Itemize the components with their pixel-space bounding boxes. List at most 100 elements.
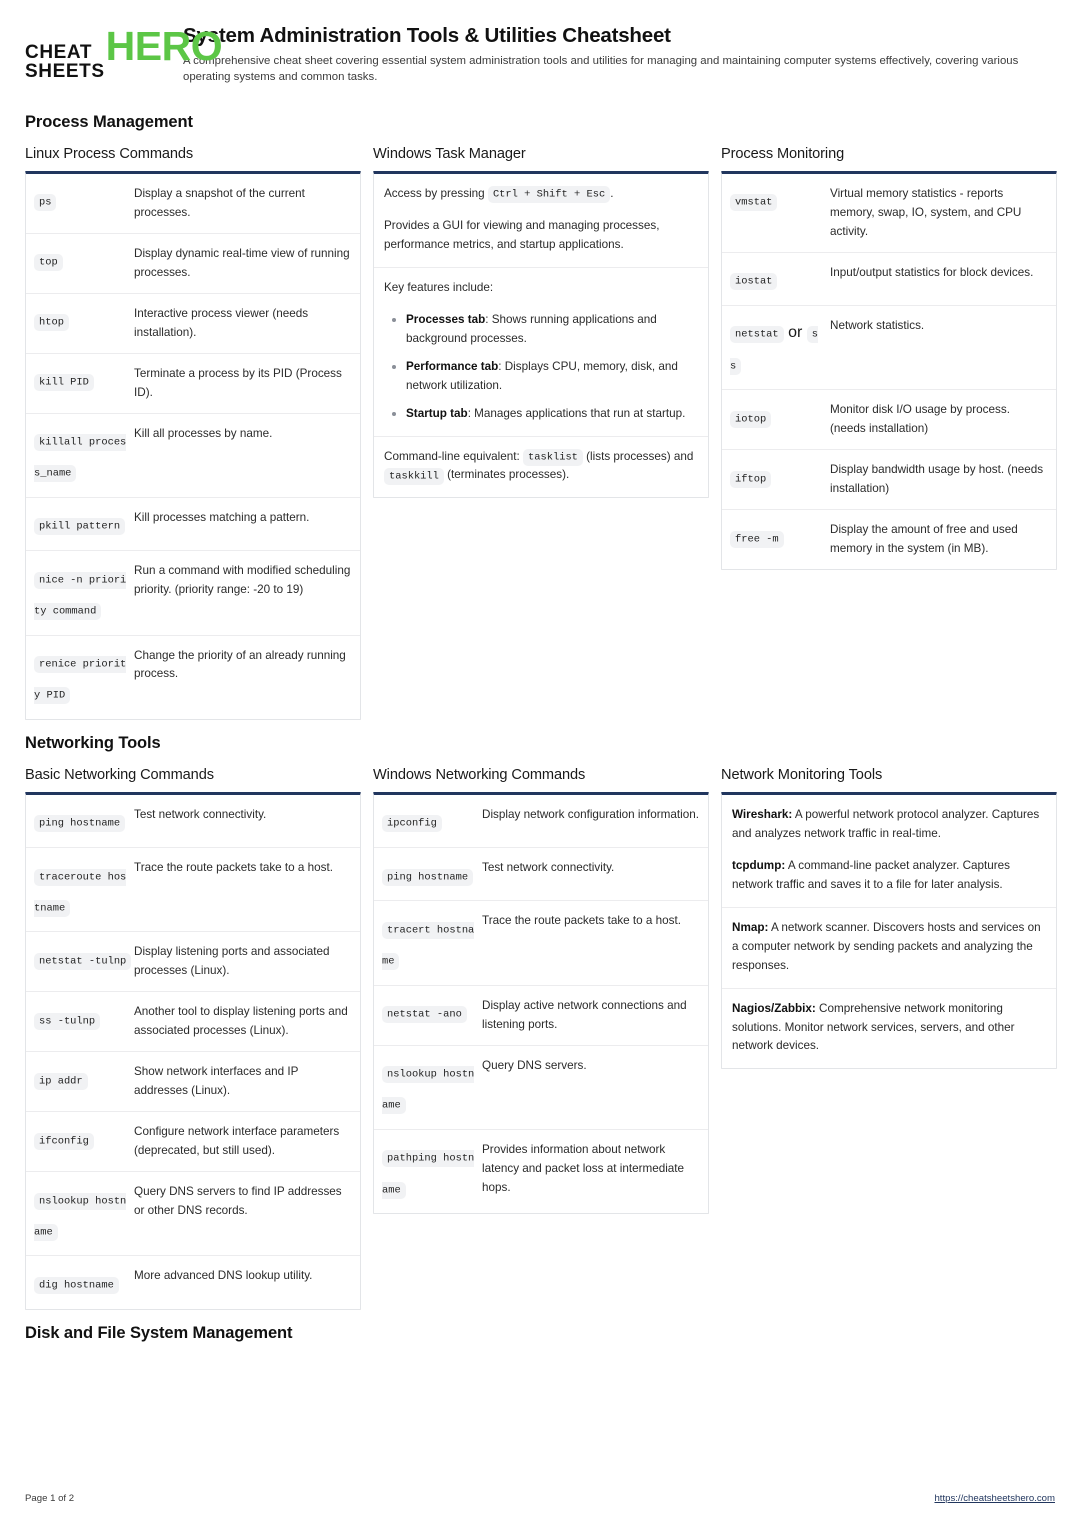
card-title-windows-networking-commands: Windows Networking Commands [373, 766, 586, 783]
table-row: netstat or ss Network statistics. [722, 306, 1056, 391]
row-code-cell: iftop [730, 460, 828, 492]
table-row: netstat -tulnp Display listening ports a… [26, 932, 360, 993]
card-title-linux-process-commands: Linux Process Commands [25, 145, 194, 162]
row-description: Trace the route packets take to a host. [134, 861, 334, 875]
code-chip: traceroute hostname [34, 868, 127, 917]
code-joiner: or [788, 323, 803, 341]
tool-paragraph-wireshark: Wireshark: A powerful network protocol a… [732, 806, 1046, 844]
code-chip-tasklist: tasklist [523, 449, 583, 467]
page-footer: Page 1 of 2 https://cheatsheetshero.com [25, 1493, 1055, 1504]
prose-block-cli-equivalent: Command-line equivalent: tasklist (lists… [374, 437, 708, 498]
tool-paragraph-nmap: Nmap: A network scanner. Discovers hosts… [732, 919, 1046, 976]
row-code-cell: top [34, 244, 132, 276]
code-chip: netstat -tulnp [34, 952, 132, 970]
row-code-cell: killall process_name [34, 424, 132, 487]
table-row: traceroute hostname Trace the route pack… [26, 848, 360, 933]
row-description: Input/output statistics for block device… [830, 265, 1034, 279]
table-row: ps Display a snapshot of the current pro… [26, 174, 360, 234]
row-description: Query DNS servers to find IP addresses o… [134, 1185, 342, 1218]
feature-label: Startup tab [406, 406, 468, 420]
code-chip: top [34, 254, 63, 272]
cheatsheetshero-logo: CHEAT SHEETS HERO [25, 22, 223, 82]
row-code-cell: traceroute hostname [34, 858, 132, 921]
row-code-cell: ping hostname [34, 805, 132, 837]
row-description: Display network configuration informatio… [482, 807, 699, 821]
row-description: Network statistics. [830, 318, 925, 332]
feature-label: Processes tab [406, 312, 486, 326]
table-row: ipconfig Display network configuration i… [374, 795, 708, 849]
logo-line-sheets: SHEETS [25, 61, 105, 83]
card-windows-task-manager: Access by pressing Ctrl + Shift + Esc. P… [373, 170, 709, 499]
row-description: Display listening ports and associated p… [134, 945, 330, 978]
row-code-cell: ps [34, 184, 132, 216]
code-chip: ps [34, 194, 57, 212]
site-url-link[interactable]: https://cheatsheetshero.com [934, 1493, 1055, 1504]
cli-suffix: (terminates processes). [443, 468, 570, 482]
cheatsheet-page: CHEAT SHEETS HERO System Administration … [0, 0, 1080, 1526]
code-chip: nslookup hostname [34, 1192, 127, 1241]
table-row: top Display dynamic real-time view of ru… [26, 234, 360, 294]
row-description: Display bandwidth usage by host. (needs … [830, 463, 1044, 496]
tool-paragraph-nagios-zabbix: Nagios/Zabbix: Comprehensive network mon… [732, 1000, 1046, 1057]
table-row: pathping hostname Provides information a… [374, 1130, 708, 1213]
code-chip: kill PID [34, 374, 94, 392]
table-row: ifconfig Configure network interface par… [26, 1112, 360, 1173]
table-row: pkill pattern Kill processes matching a … [26, 498, 360, 552]
table-row: iftop Display bandwidth usage by host. (… [722, 450, 1056, 511]
card-title-network-monitoring-tools: Network Monitoring Tools [721, 766, 883, 783]
list-item: Startup tab: Manages applications that r… [392, 405, 698, 424]
table-row: nslookup hostname Query DNS servers. [374, 1046, 708, 1130]
code-chip: vmstat [730, 194, 778, 212]
prose-block-nagios-zabbix: Nagios/Zabbix: Comprehensive network mon… [722, 989, 1056, 1069]
table-row: ip addr Show network interfaces and IP a… [26, 1052, 360, 1113]
row-code-cell: renice priority PID [34, 646, 132, 709]
row-description: Show network interfaces and IP addresses… [134, 1065, 299, 1098]
column-windows-task-manager: Windows Task Manager Access by pressing … [373, 145, 709, 499]
prose-block-access: Access by pressing Ctrl + Shift + Esc. P… [374, 174, 708, 268]
row-description: Monitor disk I/O usage by process. (need… [830, 403, 1010, 436]
logo-wordmark-left: CHEAT SHEETS [25, 43, 105, 82]
table-row: iotop Monitor disk I/O usage by process.… [722, 390, 1056, 451]
code-chip: killall process_name [34, 434, 127, 483]
row-description: Test network connectivity. [134, 807, 267, 821]
section-columns-process-management: Linux Process Commands ps Display a snap… [25, 145, 1057, 720]
card-title-windows-task-manager: Windows Task Manager [373, 145, 526, 162]
code-chip: iostat [730, 273, 778, 291]
row-code-cell: nslookup hostname [382, 1056, 480, 1119]
row-code-cell: netstat or ss [730, 316, 828, 379]
tool-label: tcpdump: [732, 858, 786, 872]
section-title-disk-file-system-management: Disk and File System Management [25, 1323, 293, 1342]
row-description: Kill processes matching a pattern. [134, 510, 310, 524]
feature-text: : Manages applications that run at start… [467, 406, 686, 420]
code-chip: pathping hostname [382, 1150, 475, 1199]
row-code-cell: pathping hostname [382, 1140, 480, 1203]
row-description: Configure network interface parameters (… [134, 1125, 340, 1158]
logo-line-cheat: CHEAT [25, 42, 93, 63]
column-process-monitoring: Process Monitoring vmstat Virtual memory… [721, 145, 1057, 571]
code-chip: nslookup hostname [382, 1066, 475, 1115]
row-code-cell: free -m [730, 520, 828, 552]
row-description: Interactive process viewer (needs instal… [134, 306, 309, 339]
table-row: ss -tulnp Another tool to display listen… [26, 992, 360, 1053]
code-chip: free -m [730, 530, 784, 548]
prose-block-capture-tools: Wireshark: A powerful network protocol a… [722, 795, 1056, 908]
table-row: dig hostname More advanced DNS lookup ut… [26, 1256, 360, 1308]
card-network-monitoring-tools: Wireshark: A powerful network protocol a… [721, 791, 1057, 1070]
prose-block-key-features: Key features include: Processes tab: Sho… [374, 268, 708, 437]
column-network-monitoring-tools: Network Monitoring Tools Wireshark: A po… [721, 767, 1057, 1070]
row-code-cell: ss -tulnp [34, 1002, 132, 1034]
table-row: ping hostname Test network connectivity. [374, 848, 708, 902]
row-description: Run a command with modified scheduling p… [134, 564, 351, 597]
prose-block-nmap: Nmap: A network scanner. Discovers hosts… [722, 908, 1056, 989]
access-prefix: Access by pressing [384, 186, 488, 200]
card-title-process-monitoring: Process Monitoring [721, 145, 845, 162]
table-row: nslookup hostname Query DNS servers to f… [26, 1172, 360, 1257]
table-row: vmstat Virtual memory statistics - repor… [722, 174, 1056, 253]
page-title: System Administration Tools & Utilities … [183, 24, 671, 47]
tool-text: A network scanner. Discovers hosts and s… [732, 920, 1041, 972]
code-chip: iftop [730, 470, 772, 488]
code-chip: netstat [730, 326, 784, 344]
key-features-list: Processes tab: Shows running application… [384, 311, 698, 424]
table-row: renice priority PID Change the priority … [26, 636, 360, 719]
table-row: tracert hostname Trace the route packets… [374, 901, 708, 986]
